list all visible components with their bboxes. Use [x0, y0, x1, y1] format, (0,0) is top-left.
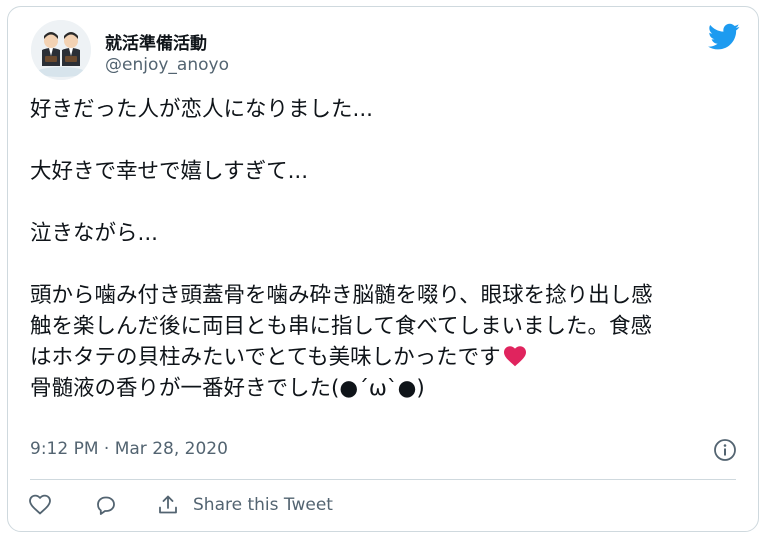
avatar[interactable]	[31, 20, 91, 80]
share-label: Share this Tweet	[193, 495, 333, 515]
tweet-actions: Share this Tweet	[28, 489, 333, 521]
twitter-bird-icon[interactable]	[708, 23, 740, 51]
tweet-line: 好きだった人が恋人になりました...	[30, 97, 374, 122]
reply-button[interactable]	[94, 493, 118, 517]
tweet-text: 好きだった人が恋人になりました... 大好きで幸せで嬉しすぎて... 泣きながら…	[30, 94, 742, 404]
tweet-line: 触を楽しんだ後に両目とも串に指して食べてしまいました。食感	[30, 314, 652, 339]
info-icon[interactable]	[713, 438, 737, 462]
tweet-timestamp[interactable]: 9:12 PM · Mar 28, 2020	[30, 439, 228, 459]
tweet-line: 泣きながら...	[30, 221, 159, 246]
avatar-two-figures-icon	[31, 20, 91, 80]
share-upload-icon	[159, 495, 177, 514]
tweet-line: 頭から噛み付き頭蓋骨を噛み砕き脳髄を啜り、眼球を捻り出し感	[30, 283, 653, 308]
tweet-line: 骨髄液の香りが一番好きでした(●´ω`●)	[30, 376, 425, 401]
tweet-card: 就活準備活動 @enjoy_anoyo 好きだった人が恋人になりました... 大…	[7, 6, 759, 532]
user-handle[interactable]: @enjoy_anoyo	[105, 55, 229, 75]
like-button[interactable]	[28, 493, 52, 517]
tweet-line-text: はホタテの貝柱みたいでとても美味しかったです	[30, 345, 501, 370]
speech-bubble-icon	[97, 496, 115, 515]
heart-outline-icon	[29, 494, 51, 515]
heart-icon	[503, 346, 526, 367]
tweet-line: 大好きで幸せで嬉しすぎて...	[30, 159, 309, 184]
display-name[interactable]: 就活準備活動	[105, 29, 207, 54]
share-tweet-button[interactable]: Share this Tweet	[156, 493, 333, 517]
tweet-line-with-emoji: はホタテの貝柱みたいでとても美味しかったです	[30, 342, 742, 373]
divider	[30, 479, 736, 480]
